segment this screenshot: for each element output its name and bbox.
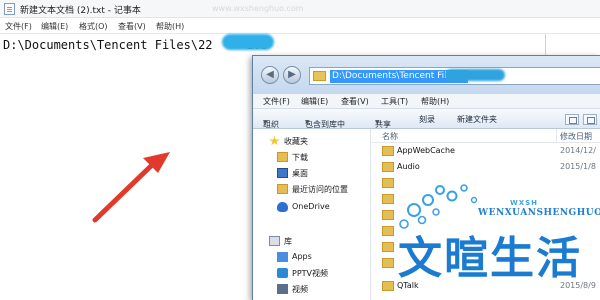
notepad-menu-edit[interactable]: 编辑(E) — [41, 21, 68, 32]
notepad-menu-view[interactable]: 查看(V) — [118, 21, 146, 32]
notepad-titlebar[interactable]: 新建文本文档 (2).txt - 记事本 www.wxshenghuo.com — [0, 0, 600, 18]
nav-favorites-label: 收藏夹 — [284, 137, 308, 146]
file-name: AppWebCache — [397, 146, 455, 155]
dropdown-arrow-icon: ▼ — [375, 119, 380, 126]
forward-arrow-icon[interactable]: ▶ — [283, 66, 301, 84]
nav-videos-label: 视频 — [292, 285, 308, 294]
nav-onedrive-label: OneDrive — [292, 202, 330, 211]
explorer-menu-help[interactable]: 帮助(H) — [421, 96, 449, 107]
file-row[interactable]: AppWebCache 2014/12/ — [372, 144, 600, 158]
logo-latin-text: WENXUANSHENGHUO — [478, 208, 600, 218]
explorer-menu-tools[interactable]: 工具(T) — [381, 96, 408, 107]
pptv-icon — [277, 268, 288, 278]
folder-icon — [382, 146, 394, 156]
file-date: 2015/1/8 — [560, 162, 596, 171]
file-date: 2014/12/ — [560, 146, 596, 155]
notepad-title: 新建文本文档 (2).txt - 记事本 — [20, 6, 141, 16]
explorer-toolbar: 组织 ▼ 包含到库中 ▼ 共享 ▼ 刻录 新建文件夹 — [253, 109, 600, 129]
dropdown-arrow-icon: ▼ — [305, 119, 310, 126]
nav-recent-label: 最近访问的位置 — [292, 185, 348, 194]
view-options-icon[interactable] — [565, 114, 579, 125]
notepad-icon — [4, 3, 15, 15]
desktop-icon — [277, 168, 288, 178]
logo-chinese-text: 文暄生活 — [398, 233, 582, 284]
dropdown-arrow-icon: ▼ — [263, 119, 268, 126]
explorer-menu-view[interactable]: 查看(V) — [341, 96, 369, 107]
redaction-mark — [445, 69, 505, 81]
star-icon — [269, 136, 280, 146]
column-divider[interactable] — [556, 129, 557, 143]
nav-pptv-label: PPTV视频 — [292, 269, 329, 278]
notepad-menu-file[interactable]: 文件(F) — [5, 21, 32, 32]
videos-icon — [277, 284, 288, 294]
onedrive-cloud-icon — [277, 202, 288, 212]
redaction-mark — [222, 34, 274, 50]
nav-downloads-label: 下载 — [292, 153, 308, 162]
folder-icon — [313, 71, 326, 81]
explorer-menubar: 文件(F) 编辑(E) 查看(V) 工具(T) 帮助(H) — [253, 94, 600, 109]
preview-pane-icon[interactable] — [583, 114, 597, 125]
burn-button[interactable]: 刻录 — [419, 114, 435, 125]
logo-short-text: WXSH — [510, 199, 539, 207]
libraries-icon — [269, 236, 280, 246]
apps-icon — [277, 252, 288, 262]
explorer-menu-edit[interactable]: 编辑(E) — [301, 96, 328, 107]
file-name: Audio — [397, 162, 420, 171]
nav-apps-label: Apps — [292, 252, 312, 261]
notepad-content-prefix: D:\Documents\Tencent Files\22 — [3, 38, 213, 52]
site-watermark: www.wxshenghuo.com — [212, 4, 304, 13]
site-logo-watermark: WXSH WENXUANSHENGHUO 文暄生活 — [392, 178, 600, 300]
file-row[interactable]: Audio 2015/1/8 — [372, 160, 600, 174]
notepad-menubar: 文件(F) 编辑(E) 格式(O) 查看(V) 帮助(H) — [0, 18, 600, 34]
explorer-navigation-bar: ◀ ▶ D:\Documents\Tencent Files\2 — [253, 56, 600, 94]
recent-places-icon — [277, 184, 288, 194]
notepad-menu-format[interactable]: 格式(O) — [79, 21, 108, 32]
column-modified-date[interactable]: 修改日期 — [560, 131, 592, 142]
file-list-header: 名称 修改日期 — [372, 129, 600, 143]
folder-icon — [382, 162, 394, 172]
explorer-menu-file[interactable]: 文件(F) — [263, 96, 290, 107]
navigation-pane: 收藏夹 下载 桌面 最近访问的位置 OneDrive 库 Apps PPTV视频… — [253, 129, 371, 300]
nav-desktop-label: 桌面 — [292, 169, 308, 178]
back-arrow-icon[interactable]: ◀ — [261, 66, 279, 84]
column-name[interactable]: 名称 — [382, 131, 398, 142]
nav-libraries-label: 库 — [284, 237, 292, 246]
notepad-menu-help[interactable]: 帮助(H) — [156, 21, 184, 32]
new-folder-button[interactable]: 新建文件夹 — [457, 114, 497, 125]
downloads-folder-icon — [277, 152, 288, 162]
